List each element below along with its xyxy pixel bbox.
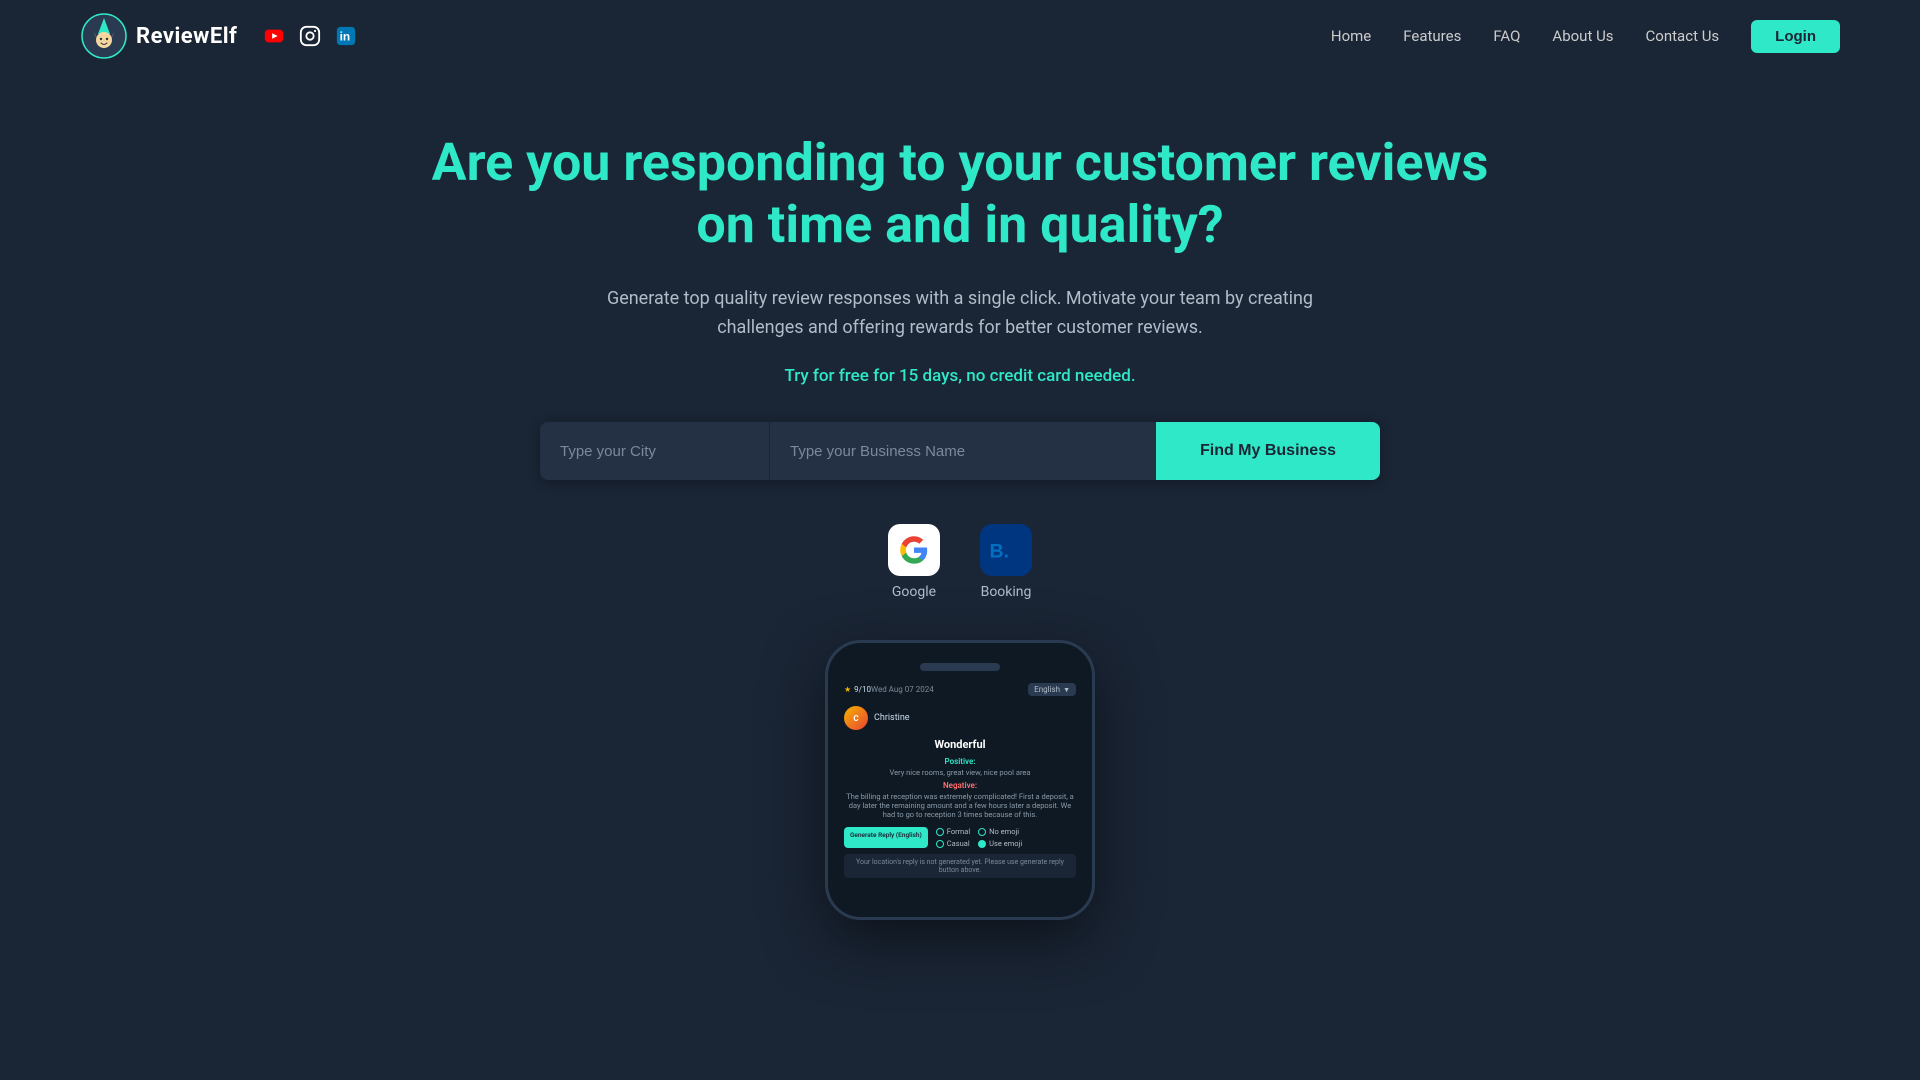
- phone-review-title: Wonderful: [844, 738, 1076, 751]
- phone-radio-useemoji-dot[interactable]: [978, 840, 986, 848]
- phone-section: ★ 9/10 Wed Aug 07 2024 English ▼ C Chris…: [825, 640, 1095, 940]
- google-logo: [888, 524, 940, 576]
- phone-radio-noemoji-dot[interactable]: [978, 828, 986, 836]
- phone-top-bar: ★ 9/10 Wed Aug 07 2024 English ▼: [844, 683, 1076, 696]
- nav-faq[interactable]: FAQ: [1493, 27, 1520, 45]
- phone-review-header: C Christine: [844, 706, 1076, 730]
- phone-radio-casual-dot[interactable]: [936, 840, 944, 848]
- phone-controls: Generate Reply (English) Formal Casual N…: [844, 827, 1076, 848]
- login-button[interactable]: Login: [1751, 20, 1840, 53]
- phone-radio-formal: Formal: [936, 827, 970, 836]
- phone-positive-text: Very nice rooms, great view, nice pool a…: [844, 768, 1076, 777]
- phone-radio-noemoji: No emoji: [978, 827, 1022, 836]
- phone-stars: 9/10: [854, 685, 871, 694]
- instagram-icon[interactable]: [297, 23, 323, 49]
- nav-home[interactable]: Home: [1331, 27, 1371, 45]
- phone-mockup: ★ 9/10 Wed Aug 07 2024 English ▼ C Chris…: [825, 640, 1095, 920]
- brand-name: ReviewElf: [136, 24, 237, 49]
- platforms-section: Google B. Booking: [888, 524, 1032, 600]
- phone-radio-noemoji-label: No emoji: [989, 827, 1019, 836]
- navbar-right: Home Features FAQ About Us Contact Us Lo…: [1331, 20, 1840, 53]
- phone-negative-label: Negative:: [844, 781, 1076, 790]
- phone-date: Wed Aug 07 2024: [871, 685, 934, 694]
- phone-radio-emoji-options: No emoji Use emoji: [978, 827, 1022, 848]
- platform-google: Google: [888, 524, 940, 600]
- phone-radio-formal-dot[interactable]: [936, 828, 944, 836]
- phone-language: English: [1034, 685, 1060, 694]
- phone-generate-btn[interactable]: Generate Reply (English): [844, 827, 928, 848]
- phone-language-badge: English ▼: [1028, 683, 1076, 696]
- phone-negative-text: The billing at reception was extremely c…: [844, 792, 1076, 819]
- svg-text:in: in: [340, 30, 351, 44]
- business-input[interactable]: [770, 422, 1156, 480]
- nav-about[interactable]: About Us: [1552, 27, 1613, 45]
- nav-features[interactable]: Features: [1403, 27, 1461, 45]
- phone-avatar: C: [844, 706, 868, 730]
- hero-title: Are you responding to your customer revi…: [410, 132, 1510, 257]
- navbar: ReviewElf in: [0, 0, 1920, 72]
- phone-reviewer: Christine: [874, 713, 910, 723]
- phone-notch: [920, 663, 1000, 671]
- logo[interactable]: ReviewElf: [80, 12, 237, 60]
- google-label: Google: [892, 584, 936, 600]
- phone-radio-useemoji: Use emoji: [978, 839, 1022, 848]
- phone-radio-formal-label: Formal: [947, 827, 970, 836]
- phone-positive-label: Positive:: [844, 757, 1076, 766]
- svg-text:B.: B.: [990, 541, 1010, 563]
- phone-notice: Your location's reply is not generated y…: [844, 854, 1076, 878]
- linkedin-icon[interactable]: in: [333, 23, 359, 49]
- platform-booking: B. Booking: [980, 524, 1032, 600]
- navbar-left: ReviewElf in: [80, 12, 359, 60]
- nav-contact[interactable]: Contact Us: [1646, 27, 1720, 45]
- phone-radio-useemoji-label: Use emoji: [989, 839, 1022, 848]
- social-icons: in: [261, 23, 359, 49]
- city-input[interactable]: [540, 422, 770, 480]
- booking-label: Booking: [981, 584, 1032, 600]
- hero-cta: Try for free for 15 days, no credit card…: [784, 366, 1135, 386]
- phone-radio-casual: Casual: [936, 839, 970, 848]
- booking-logo: B.: [980, 524, 1032, 576]
- logo-icon: [80, 12, 128, 60]
- search-bar: Find My Business: [540, 422, 1380, 480]
- phone-radio-casual-label: Casual: [947, 839, 970, 848]
- find-business-button[interactable]: Find My Business: [1156, 422, 1380, 480]
- youtube-icon[interactable]: [261, 23, 287, 49]
- phone-radio-options: Formal Casual: [936, 827, 970, 848]
- hero-subtitle: Generate top quality review responses wi…: [570, 285, 1350, 343]
- hero-section: Are you responding to your customer revi…: [0, 72, 1920, 980]
